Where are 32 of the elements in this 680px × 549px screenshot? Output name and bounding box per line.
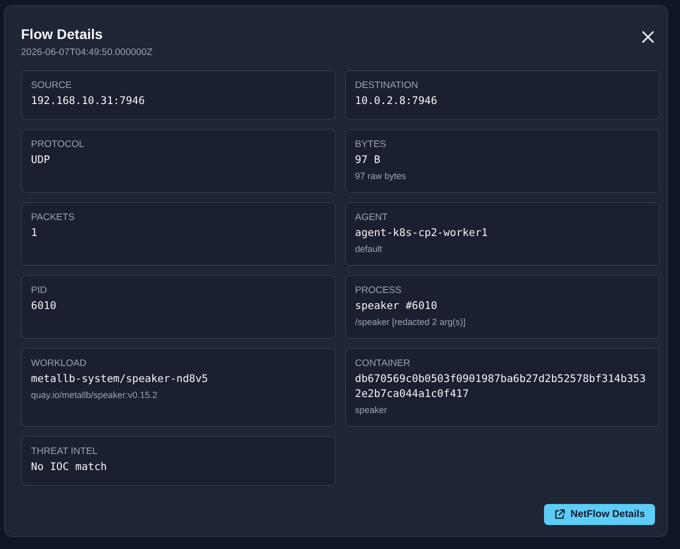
field-label: THREAT INTEL [31,446,99,458]
field-label: CONTAINER [355,358,412,370]
field-value: 10.0.2.8:7946 [355,94,438,109]
field-value: db670569c0b0503f0901987ba6b27d2b52578bf314b3532e2b7ca044a1c0f417 [355,372,647,402]
close-icon[interactable] [642,31,654,43]
field-label: SOURCE [31,80,73,92]
field-label: DESTINATION [355,80,420,92]
field-label: PID [31,285,48,297]
field-value: 192.168.10.31:7946 [31,94,146,109]
field-label: PROTOCOL [31,139,86,151]
field-value: No IOC match [31,460,108,475]
field-value: 97 B [355,153,382,168]
field-label: PACKETS [31,212,76,224]
field-detail: 97 raw bytes [355,171,408,182]
field-detail: speaker [355,405,388,416]
netflow-details-button[interactable]: NetFlow Details [544,504,655,525]
field-value: metallb-system/speaker-nd8v5 [31,372,210,387]
field-label: BYTES [355,139,388,151]
field-detail: /speaker [redacted 2 arg(s)] [355,317,467,328]
field-value: UDP [31,153,51,168]
field-detail: quay.io/metallb/speaker:v0.15.2 [31,390,158,401]
field-value: agent-k8s-cp2-worker1 [355,226,489,241]
timestamp: 2026-06-07T04:49:50.000000Z [21,47,153,58]
field-label: AGENT [355,212,389,224]
dialog-title: Flow Details [21,25,104,43]
field-detail: default [355,244,384,255]
external-link-icon [554,509,565,520]
field-value: speaker #6010 [355,299,438,314]
field-label: PROCESS [355,285,402,297]
field-label: WORKLOAD [31,358,88,370]
field-value: 6010 [31,299,58,314]
field-value: 1 [31,226,38,241]
